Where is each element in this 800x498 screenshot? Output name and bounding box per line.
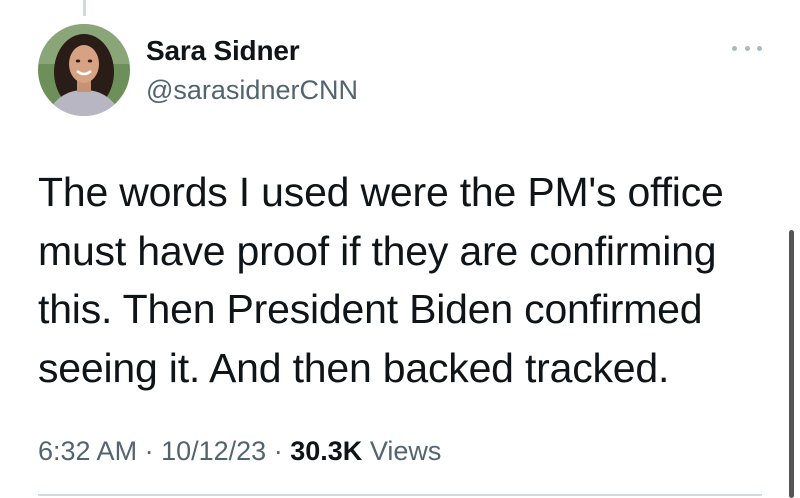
scrollbar[interactable]: [789, 230, 794, 498]
views-label: Views: [369, 436, 442, 466]
author-handle[interactable]: @sarasidnerCNN: [146, 73, 358, 107]
views-count[interactable]: 30.3K: [290, 436, 362, 466]
tweet-card: Sara Sidner @sarasidnerCNN The words I u…: [0, 0, 800, 498]
meta-separator: ·: [273, 436, 283, 466]
thread-connector-line: [83, 0, 86, 16]
meta-separator: ·: [144, 436, 154, 466]
tweet-date[interactable]: 10/12/23: [161, 436, 266, 466]
more-dot: [757, 45, 762, 51]
divider: [38, 494, 762, 496]
more-dot: [744, 45, 750, 51]
author-info: Sara Sidner @sarasidnerCNN: [146, 34, 358, 107]
tweet-time[interactable]: 6:32 AM: [38, 436, 137, 466]
tweet-meta: 6:32 AM · 10/12/23 · 30.3K Views: [38, 434, 441, 468]
avatar-image: [38, 24, 130, 116]
more-horizontal-icon[interactable]: [732, 38, 762, 58]
tweet-text: The words I used were the PM's office mu…: [38, 169, 724, 391]
avatar[interactable]: [38, 24, 130, 116]
more-dot: [732, 45, 737, 51]
author-display-name[interactable]: Sara Sidner: [146, 34, 358, 68]
